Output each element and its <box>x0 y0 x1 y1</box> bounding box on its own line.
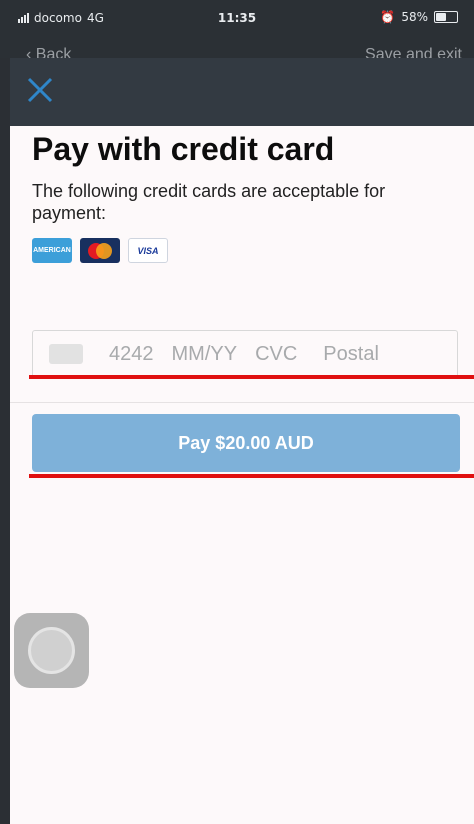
close-button[interactable] <box>24 74 56 106</box>
visa-logo-icon: VISA <box>128 238 168 263</box>
assistive-touch-icon <box>28 627 75 674</box>
status-bar: docomo 4G 11:35 ⏰ 58% <box>0 0 474 34</box>
battery-label: 58% <box>401 10 428 24</box>
postal-field[interactable]: Postal <box>323 343 379 366</box>
page-title: Pay with credit card <box>32 131 335 167</box>
highlight-underline-card-field <box>29 375 474 379</box>
card-number-field[interactable]: 4242 <box>109 343 154 366</box>
alarm-icon: ⏰ <box>380 10 396 24</box>
assistive-touch-button[interactable] <box>14 613 89 688</box>
amex-logo-icon: AMERICAN <box>32 238 72 263</box>
background-nav-bar: ‹ Back Save and exit <box>0 34 474 63</box>
accepted-cards: AMERICAN VISA <box>32 238 168 263</box>
card-details-input[interactable]: 4242 MM/YY CVC Postal <box>32 330 458 378</box>
credit-card-icon <box>49 344 83 364</box>
payment-subtitle: The following credit cards are acceptabl… <box>32 181 386 223</box>
pay-button[interactable]: Pay $20.00 AUD <box>32 414 460 472</box>
cvc-field[interactable]: CVC <box>255 343 297 366</box>
payment-sheet-header <box>10 58 474 126</box>
divider <box>10 402 474 403</box>
close-icon <box>27 77 53 103</box>
highlight-underline-pay-button <box>29 474 474 478</box>
battery-icon <box>434 11 458 23</box>
expiry-field[interactable]: MM/YY <box>172 343 238 366</box>
mastercard-logo-icon <box>80 238 120 263</box>
